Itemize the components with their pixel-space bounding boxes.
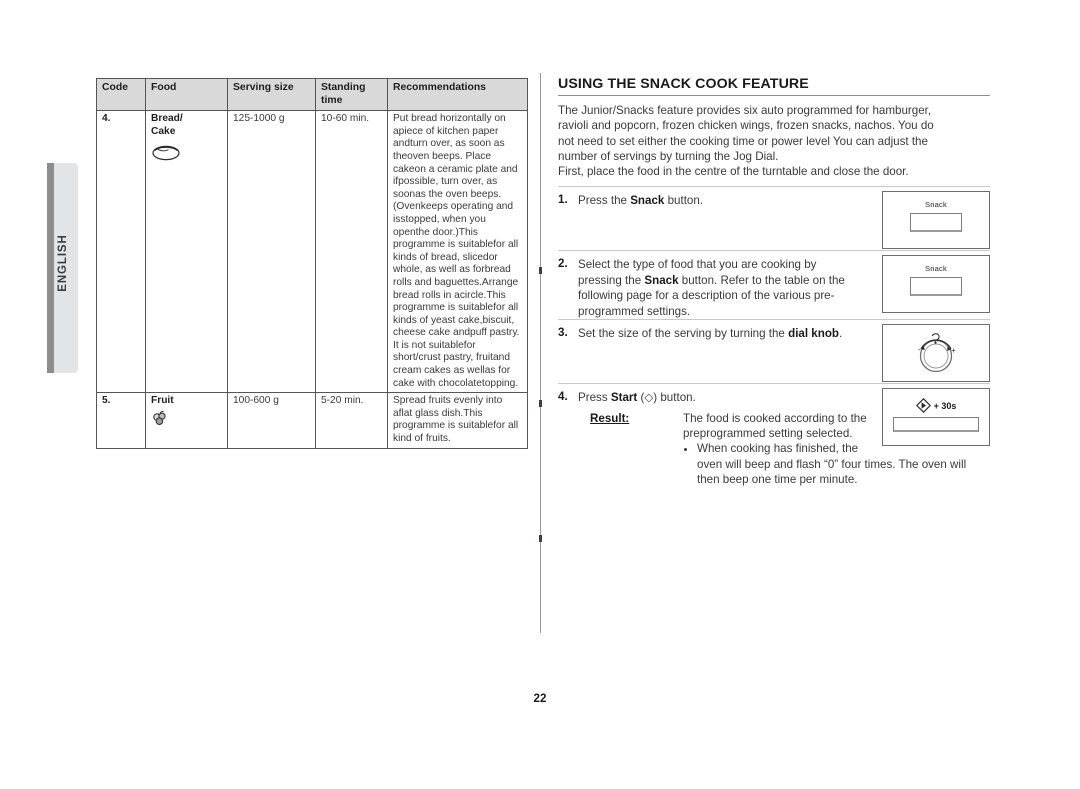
step-3-number: 3. <box>558 326 568 340</box>
cell-code: 4. <box>96 110 146 394</box>
text-line: topping. <box>481 377 519 389</box>
step-2-line-2: pressing the Snack button. Refer to the … <box>578 273 845 287</box>
cell-recommendations: Spread fruits evenly into aflat glass di… <box>387 392 528 449</box>
step-1-text-post: button. <box>664 194 704 208</box>
svg-text:-: - <box>918 345 921 354</box>
result-bullet-line-2: oven will beep and flash “0” four times.… <box>697 457 967 471</box>
snack-button-panel-1: Snack <box>882 191 990 250</box>
cell-standing-time: 10-60 min. <box>315 110 388 394</box>
cell-food-line2: Cake <box>151 125 176 137</box>
text-line: the door.) <box>415 226 459 238</box>
cell-standing-time: 5-20 min. <box>315 392 388 449</box>
step-2: 2. Select the type of food that you are … <box>558 250 990 319</box>
page-number: 22 <box>533 692 547 705</box>
step-1-number: 1. <box>558 193 568 207</box>
list-item: When cooking has finished, the oven will… <box>697 441 980 487</box>
snack-button-panel-2: Snack <box>882 255 990 314</box>
step-1-text: Press the Snack button. <box>578 193 870 208</box>
text-line: not need to set either the cooking time … <box>558 134 928 148</box>
page-title: USING THE SNACK COOK FEATURE <box>558 76 990 96</box>
step-2-line-3: following page for a description of the … <box>578 289 835 303</box>
result-bullet-line-3: then beep one time per minute. <box>697 473 858 487</box>
step-3-text: Set the size of the serving by turning t… <box>578 326 870 341</box>
start-button-bar-graphic[interactable] <box>893 417 979 433</box>
step-3: 3. Set the size of the serving by turnin… <box>558 319 990 383</box>
cell-food: Fruit <box>145 392 228 449</box>
start-button-graphic-row[interactable]: + 30s <box>883 398 989 414</box>
fold-tick-mark <box>539 535 542 542</box>
cell-food-line1: Bread/ <box>151 113 183 125</box>
step-2-text: Select the type of food that you are coo… <box>578 257 870 319</box>
header-standing-time: Standing time <box>315 77 388 112</box>
step-3-text-pre: Set the size of the serving by turning t… <box>578 327 789 341</box>
step-1: 1. Press the Snack button. Snack <box>558 186 990 250</box>
language-side-tab: ENGLISH <box>47 163 78 373</box>
step-4-text-bold: Start <box>610 391 638 405</box>
fold-tick-mark <box>539 400 542 407</box>
text-line: number of servings by turning the Jog Di… <box>558 149 779 163</box>
text-line: First, place the food in the centre of t… <box>558 165 909 179</box>
fold-tick-mark <box>539 267 542 274</box>
step-4-number: 4. <box>558 390 568 404</box>
step-2-line-4: programmed settings. <box>578 304 691 318</box>
result-bullet-list: When cooking has finished, the oven will… <box>683 441 980 487</box>
step-4-text-post: (◇) button. <box>637 391 696 405</box>
recommendation-lines: Put bread horizontally on apiece of kitc… <box>393 113 523 390</box>
cell-food-line1: Fruit <box>151 395 174 407</box>
start-button-panel: + 30s <box>882 388 990 447</box>
step-2-number: 2. <box>558 257 568 271</box>
step-2-bold-word: Snack <box>644 273 679 287</box>
table-header-row: Code Food Serving size Standing time Rec… <box>96 77 528 112</box>
cell-code: 5. <box>96 392 146 449</box>
language-side-tab-label: ENGLISH <box>56 234 69 292</box>
cell-serving-size: 125-1000 g <box>227 110 316 394</box>
text-line: ravioli and popcorn, frozen chicken wing… <box>558 119 934 133</box>
snack-button-graphic-2[interactable] <box>910 277 962 297</box>
header-food: Food <box>145 77 228 112</box>
cell-serving-size: 100-600 g <box>227 392 316 449</box>
text-line: The Junior/Snacks feature provides six a… <box>558 104 932 117</box>
snack-button-graphic-1[interactable] <box>910 213 962 233</box>
header-code: Code <box>96 77 146 112</box>
step-4-text-pre: Press <box>578 391 611 405</box>
bread-loaf-icon-slot <box>151 144 223 164</box>
start-diamond-icon <box>915 398 931 414</box>
auto-cook-food-table: Code Food Serving size Standing time Rec… <box>96 77 528 449</box>
step-1-text-bold: Snack <box>630 194 665 208</box>
text-line: flat glass dish. <box>398 407 464 419</box>
table-row: 4. Bread/ Cake 125-1000 g 10-60 min. Put… <box>96 110 528 394</box>
cell-food: Bread/ Cake <box>145 110 228 394</box>
snack-panel-label-2: Snack <box>924 264 948 274</box>
fruit-berries-icon-slot <box>151 410 223 430</box>
svg-text:+: + <box>951 346 956 355</box>
snack-panel-label-1: Snack <box>924 200 948 210</box>
cell-recommendations: Put bread horizontally on apiece of kitc… <box>387 110 528 394</box>
snack-cook-section: USING THE SNACK COOK FEATURE The Junior/… <box>558 76 990 503</box>
step-3-text-post: . <box>839 327 843 341</box>
header-recommendations: Recommendations <box>387 77 528 112</box>
bread-loaf-icon <box>152 146 180 161</box>
recommendation-lines: Spread fruits evenly into aflat glass di… <box>393 395 523 445</box>
step-4-text: Press Start (◇) button. <box>578 390 870 405</box>
step-2-line-1: Select the type of food that you are coo… <box>578 258 817 272</box>
intro-paragraph: The Junior/Snacks feature provides six a… <box>558 103 990 179</box>
dial-knob-icon[interactable]: - + <box>910 328 962 378</box>
fruit-berries-icon <box>153 410 166 425</box>
step-1-text-pre: Press the <box>578 194 631 208</box>
start-panel-label: + 30s <box>933 400 957 411</box>
header-standing-time-l2: time <box>321 94 343 106</box>
dial-knob-panel: - + <box>882 324 990 383</box>
header-standing-time-l1: Standing <box>321 82 366 93</box>
step-3-text-bold: dial knob <box>788 327 839 341</box>
table-row: 5. Fruit 100-600 g 5-20 min. Spread frui… <box>96 392 528 449</box>
header-serving-size: Serving size <box>227 77 316 112</box>
page-fold-line <box>540 73 541 633</box>
step-4: 4. Press Start (◇) button. Result: The f… <box>558 383 990 503</box>
result-label: Result: <box>590 411 630 425</box>
text-line: circle. <box>459 289 487 301</box>
